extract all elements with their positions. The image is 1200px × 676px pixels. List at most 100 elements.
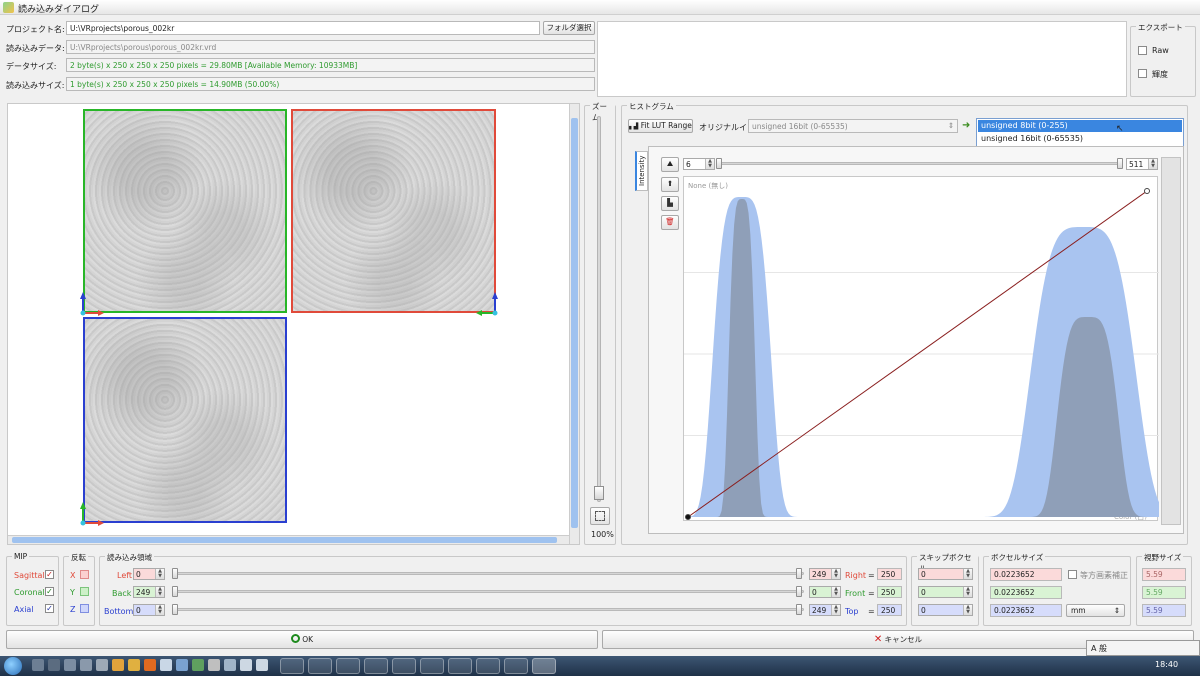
spin-arrows-icon[interactable]: ▲ ▼ bbox=[155, 569, 164, 579]
taskbar-app[interactable] bbox=[420, 658, 444, 674]
levels-button[interactable]: ▙ bbox=[661, 196, 679, 211]
fit-lut-range-button[interactable]: ▖▟ Fit LUT Range bbox=[628, 119, 693, 133]
max-spinbox[interactable]: 511 ▲ ▼ bbox=[1126, 158, 1158, 170]
range-min-thumb[interactable] bbox=[716, 158, 722, 169]
up-button[interactable]: ⬆ bbox=[661, 177, 679, 192]
tab-intensity[interactable]: Intensity bbox=[635, 151, 648, 191]
left-spinbox[interactable]: 0 ▲ ▼ bbox=[133, 568, 165, 580]
zoom-slider-thumb[interactable] bbox=[594, 486, 604, 500]
spin-arrows-icon[interactable]: ▲ ▼ bbox=[831, 587, 840, 597]
start-button[interactable] bbox=[4, 657, 22, 675]
spin-arrows-icon[interactable]: ▲ ▼ bbox=[963, 605, 972, 615]
histogram-side-scrollbar[interactable] bbox=[1161, 157, 1181, 525]
folder-icon[interactable] bbox=[128, 659, 140, 671]
app-icon[interactable] bbox=[48, 659, 60, 671]
mip-sagittal-checkbox[interactable]: ✓ bbox=[45, 570, 54, 579]
back-spinbox[interactable]: 249 ▲ ▼ bbox=[133, 586, 165, 598]
left-right-slider-track[interactable] bbox=[172, 572, 804, 575]
mip-axial-checkbox[interactable]: ✓ bbox=[45, 604, 54, 613]
zoom-slider-track[interactable] bbox=[597, 116, 601, 502]
range-slider-track[interactable] bbox=[719, 162, 1121, 165]
taskbar-firefox[interactable] bbox=[364, 658, 388, 674]
flip-x-checkbox[interactable] bbox=[80, 570, 89, 579]
skip-y-spinbox[interactable]: 0 ▲ ▼ bbox=[918, 586, 973, 598]
right-slider-thumb[interactable] bbox=[796, 568, 802, 579]
spin-arrows-icon[interactable]: ▲ ▼ bbox=[1148, 159, 1157, 169]
skip-x-spinbox[interactable]: 0 ▲ ▼ bbox=[918, 568, 973, 580]
histogram-chart[interactable]: None (無し) Color (白) bbox=[683, 176, 1159, 522]
taskbar-explorer[interactable] bbox=[308, 658, 332, 674]
original-type-select[interactable]: unsigned 16bit (0-65535) ⇕ bbox=[748, 119, 958, 133]
delete-button[interactable]: 🗑 bbox=[661, 215, 679, 230]
histogram-mode-button[interactable]: ⛰ bbox=[661, 157, 679, 172]
fov-z-field: 5.59 bbox=[1142, 604, 1186, 617]
raw-checkbox[interactable] bbox=[1138, 46, 1147, 55]
app-icon[interactable] bbox=[240, 659, 252, 671]
app-icon[interactable] bbox=[208, 659, 220, 671]
front-slider-thumb[interactable] bbox=[796, 586, 802, 597]
histogram-plot[interactable] bbox=[684, 177, 1159, 522]
option-16bit[interactable]: unsigned 16bit (0-65535) bbox=[978, 133, 1182, 145]
taskbar-app[interactable] bbox=[504, 658, 528, 674]
spin-arrows-icon[interactable]: ▲ ▼ bbox=[155, 587, 164, 597]
front-spinbox[interactable]: 0 ▲ ▼ bbox=[809, 586, 841, 598]
app-icon[interactable] bbox=[96, 659, 108, 671]
taskbar-app[interactable] bbox=[392, 658, 416, 674]
fit-view-button[interactable] bbox=[590, 507, 610, 525]
app-icon[interactable] bbox=[160, 659, 172, 671]
taskbar-media[interactable] bbox=[336, 658, 360, 674]
ime-bar[interactable]: A 般 bbox=[1086, 640, 1200, 656]
vertical-scroll-thumb[interactable] bbox=[571, 118, 578, 528]
output-type-dropdown[interactable]: unsigned 8bit (0-255) unsigned 16bit (0-… bbox=[976, 118, 1184, 147]
app-icon[interactable] bbox=[224, 659, 236, 671]
app-icon[interactable] bbox=[80, 659, 92, 671]
spin-arrows-icon[interactable]: ▲ ▼ bbox=[831, 569, 840, 579]
firefox-icon[interactable] bbox=[144, 659, 156, 671]
voxel-y-input[interactable]: 0.0223652 bbox=[990, 586, 1062, 599]
taskbar-ie[interactable] bbox=[280, 658, 304, 674]
unit-select[interactable]: mm ⇕ bbox=[1066, 604, 1125, 617]
min-spinbox[interactable]: 6 ▲ ▼ bbox=[683, 158, 715, 170]
cmd-icon[interactable] bbox=[32, 659, 44, 671]
spin-arrows-icon[interactable]: ▲ ▼ bbox=[831, 605, 840, 615]
vertical-scrollbar[interactable] bbox=[569, 104, 579, 544]
flip-y-checkbox[interactable] bbox=[80, 587, 89, 596]
back-slider-thumb[interactable] bbox=[172, 586, 178, 597]
voxel-z-input[interactable]: 0.0223652 bbox=[990, 604, 1062, 617]
spin-arrows-icon[interactable]: ▲ ▼ bbox=[963, 569, 972, 579]
bottom-top-slider-track[interactable] bbox=[172, 608, 804, 611]
slice-viewer[interactable] bbox=[7, 103, 580, 545]
bottom-slider-thumb[interactable] bbox=[172, 604, 178, 615]
spin-arrows-icon[interactable]: ▲ ▼ bbox=[155, 605, 164, 615]
spin-arrows-icon[interactable]: ▲ ▼ bbox=[705, 159, 714, 169]
flip-z-checkbox[interactable] bbox=[80, 604, 89, 613]
taskbar-word[interactable] bbox=[448, 658, 472, 674]
folder-select-button[interactable]: フォルダ選択 bbox=[543, 21, 595, 35]
top-slider-thumb[interactable] bbox=[796, 604, 802, 615]
mip-coronal-checkbox[interactable]: ✓ bbox=[45, 587, 54, 596]
horizontal-scroll-thumb[interactable] bbox=[12, 537, 557, 543]
luminance-checkbox[interactable] bbox=[1138, 69, 1147, 78]
taskbar-app[interactable] bbox=[476, 658, 500, 674]
top-spinbox[interactable]: 249 ▲ ▼ bbox=[809, 604, 841, 616]
app-icon[interactable] bbox=[192, 659, 204, 671]
app-icon[interactable] bbox=[256, 659, 268, 671]
skip-voxel-group: スキップボクセル 0▲▼ 0▲▼ 0▲▼ bbox=[911, 552, 979, 626]
folder-icon[interactable] bbox=[112, 659, 124, 671]
skip-z-spinbox[interactable]: 0 ▲ ▼ bbox=[918, 604, 973, 616]
ok-button[interactable]: OK bbox=[6, 630, 598, 649]
horizontal-scrollbar[interactable] bbox=[8, 535, 569, 544]
app-icon[interactable] bbox=[64, 659, 76, 671]
right-spinbox[interactable]: 249 ▲ ▼ bbox=[809, 568, 841, 580]
taskbar-app-active[interactable] bbox=[532, 658, 556, 674]
spin-arrows-icon[interactable]: ▲ ▼ bbox=[963, 587, 972, 597]
project-input[interactable]: U:\VRprojects\porous_002kr bbox=[66, 21, 540, 35]
isotropic-checkbox[interactable] bbox=[1068, 570, 1077, 579]
bottom-spinbox[interactable]: 0 ▲ ▼ bbox=[133, 604, 165, 616]
range-max-thumb[interactable] bbox=[1117, 158, 1123, 169]
app-icon[interactable] bbox=[176, 659, 188, 671]
back-front-slider-track[interactable] bbox=[172, 590, 804, 593]
option-8bit[interactable]: unsigned 8bit (0-255) bbox=[978, 120, 1182, 132]
voxel-x-input[interactable]: 0.0223652 bbox=[990, 568, 1062, 581]
left-slider-thumb[interactable] bbox=[172, 568, 178, 579]
